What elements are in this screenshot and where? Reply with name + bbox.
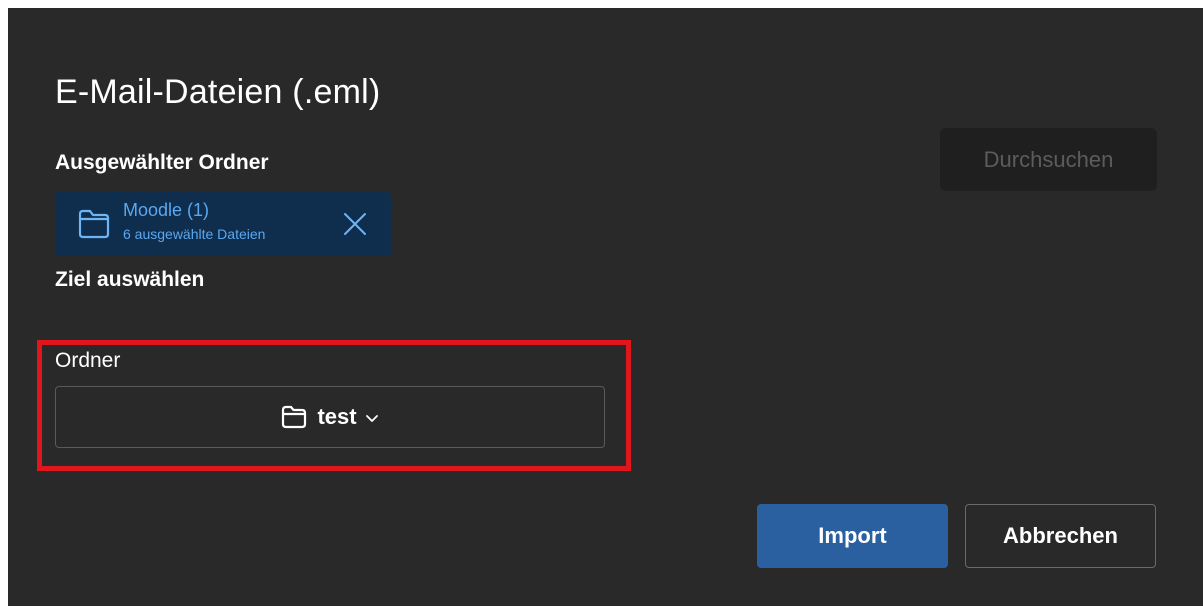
folder-field-label: Ordner	[55, 349, 121, 372]
folder-icon	[282, 405, 307, 429]
folder-icon	[78, 209, 110, 239]
import-dialog: E-Mail-Dateien (.eml) Durchsuchen Ausgew…	[8, 8, 1203, 606]
target-heading: Ziel auswählen	[55, 268, 205, 291]
folder-dropdown-value: test	[317, 404, 357, 429]
dialog-title: E-Mail-Dateien (.eml)	[55, 73, 381, 111]
import-button[interactable]: Import	[757, 504, 948, 568]
selected-folder-heading: Ausgewählter Ordner	[55, 151, 269, 174]
selected-folder-chip: Moodle (1) 6 ausgewählte Dateien	[55, 192, 391, 256]
browse-button[interactable]: Durchsuchen	[940, 128, 1157, 191]
selected-files-count: 6 ausgewählte Dateien	[123, 226, 266, 242]
close-icon[interactable]	[341, 210, 369, 238]
selected-folder-name: Moodle (1)	[123, 200, 210, 220]
folder-dropdown[interactable]: test	[55, 386, 605, 448]
cancel-button[interactable]: Abbrechen	[965, 504, 1156, 568]
chevron-down-icon	[365, 415, 378, 422]
